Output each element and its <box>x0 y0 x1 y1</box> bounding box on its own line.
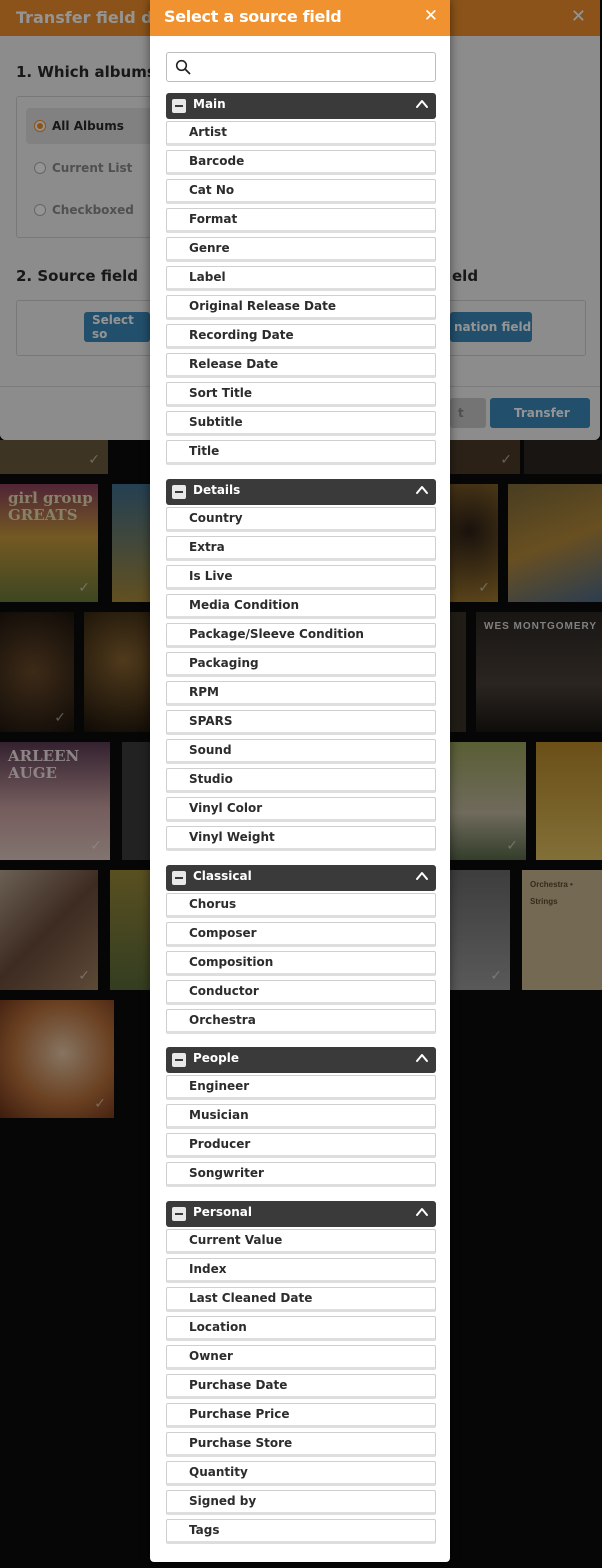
field-group-classical: Classical Chorus Composer Composition Conduc… <box>166 865 436 1038</box>
field-option[interactable]: Signed by <box>166 1490 436 1515</box>
chevron-up-icon[interactable] <box>414 868 430 884</box>
chevron-up-icon[interactable] <box>414 1050 430 1066</box>
field-option[interactable]: Package/Sleeve Condition <box>166 623 436 648</box>
field-group-main: Main Artist Barcode Cat No Format Genre Label O… <box>166 93 436 469</box>
field-option[interactable]: Sort Title <box>166 382 436 407</box>
field-option[interactable]: Index <box>166 1258 436 1283</box>
field-option[interactable]: Quantity <box>166 1461 436 1486</box>
field-option[interactable]: Sound <box>166 739 436 764</box>
field-option[interactable]: Recording Date <box>166 324 436 349</box>
field-option[interactable]: Format <box>166 208 436 233</box>
field-option[interactable]: Current Value <box>166 1229 436 1254</box>
field-option[interactable]: Orchestra <box>166 1009 436 1034</box>
field-list: Current Value Index Last Cleaned Date Locat… <box>166 1229 436 1544</box>
group-label: People <box>193 1051 240 1065</box>
group-label: Details <box>193 483 241 497</box>
search-field[interactable] <box>166 52 436 82</box>
field-list: Chorus Composer Composition Conductor Orches… <box>166 893 436 1034</box>
field-option[interactable]: Composer <box>166 922 436 947</box>
field-option[interactable]: RPM <box>166 681 436 706</box>
field-option[interactable]: SPARS <box>166 710 436 735</box>
chevron-up-icon[interactable] <box>414 482 430 498</box>
popup-title: Select a source field <box>164 7 342 26</box>
popup-header: Select a source field ✕ <box>150 0 450 36</box>
field-option[interactable]: Barcode <box>166 150 436 175</box>
field-option[interactable]: Conductor <box>166 980 436 1005</box>
group-label: Classical <box>193 869 252 883</box>
search-input[interactable] <box>197 56 431 78</box>
field-option[interactable]: Composition <box>166 951 436 976</box>
collapse-checkbox-icon[interactable] <box>172 99 186 113</box>
field-group-people: People Engineer Musician Producer Songwriter <box>166 1047 436 1191</box>
field-option[interactable]: Owner <box>166 1345 436 1370</box>
close-icon[interactable]: ✕ <box>424 6 438 26</box>
field-group-details: Details Country Extra Is Live Media Conditio… <box>166 479 436 855</box>
field-option[interactable]: Chorus <box>166 893 436 918</box>
field-option[interactable]: Label <box>166 266 436 291</box>
group-label: Personal <box>193 1205 252 1219</box>
field-option[interactable]: Original Release Date <box>166 295 436 320</box>
group-header-main[interactable]: Main <box>166 93 436 119</box>
chevron-up-icon[interactable] <box>414 96 430 112</box>
field-option[interactable]: Purchase Store <box>166 1432 436 1457</box>
field-list: Artist Barcode Cat No Format Genre Label Origi… <box>166 121 436 465</box>
collapse-checkbox-icon[interactable] <box>172 1053 186 1067</box>
field-option[interactable]: Musician <box>166 1104 436 1129</box>
field-list: Country Extra Is Live Media Condition Packag… <box>166 507 436 851</box>
field-option[interactable]: Country <box>166 507 436 532</box>
collapse-checkbox-icon[interactable] <box>172 871 186 885</box>
field-option[interactable]: Title <box>166 440 436 465</box>
field-group-personal: Personal Current Value Index Last Cleaned D… <box>166 1201 436 1548</box>
field-option[interactable]: Release Date <box>166 353 436 378</box>
field-option[interactable]: Purchase Price <box>166 1403 436 1428</box>
field-option[interactable]: Last Cleaned Date <box>166 1287 436 1312</box>
field-option[interactable]: Songwriter <box>166 1162 436 1187</box>
group-label: Main <box>193 97 226 111</box>
group-header-classical[interactable]: Classical <box>166 865 436 891</box>
field-option[interactable]: Engineer <box>166 1075 436 1100</box>
collapse-checkbox-icon[interactable] <box>172 1207 186 1221</box>
group-header-details[interactable]: Details <box>166 479 436 505</box>
field-option[interactable]: Vinyl Weight <box>166 826 436 851</box>
select-source-field-popup: Select a source field ✕ Main Artist Barcod… <box>150 0 450 1562</box>
field-option[interactable]: Studio <box>166 768 436 793</box>
field-option[interactable]: Tags <box>166 1519 436 1544</box>
group-header-people[interactable]: People <box>166 1047 436 1073</box>
field-option[interactable]: Vinyl Color <box>166 797 436 822</box>
field-option[interactable]: Artist <box>166 121 436 146</box>
field-option[interactable]: Location <box>166 1316 436 1341</box>
search-icon <box>175 59 191 75</box>
field-option[interactable]: Is Live <box>166 565 436 590</box>
collapse-checkbox-icon[interactable] <box>172 485 186 499</box>
field-option[interactable]: Packaging <box>166 652 436 677</box>
field-list: Engineer Musician Producer Songwriter <box>166 1075 436 1187</box>
field-option[interactable]: Extra <box>166 536 436 561</box>
field-option[interactable]: Producer <box>166 1133 436 1158</box>
field-option[interactable]: Cat No <box>166 179 436 204</box>
field-option[interactable]: Purchase Date <box>166 1374 436 1399</box>
group-header-personal[interactable]: Personal <box>166 1201 436 1227</box>
field-option[interactable]: Media Condition <box>166 594 436 619</box>
field-option[interactable]: Genre <box>166 237 436 262</box>
chevron-up-icon[interactable] <box>414 1204 430 1220</box>
field-option[interactable]: Subtitle <box>166 411 436 436</box>
